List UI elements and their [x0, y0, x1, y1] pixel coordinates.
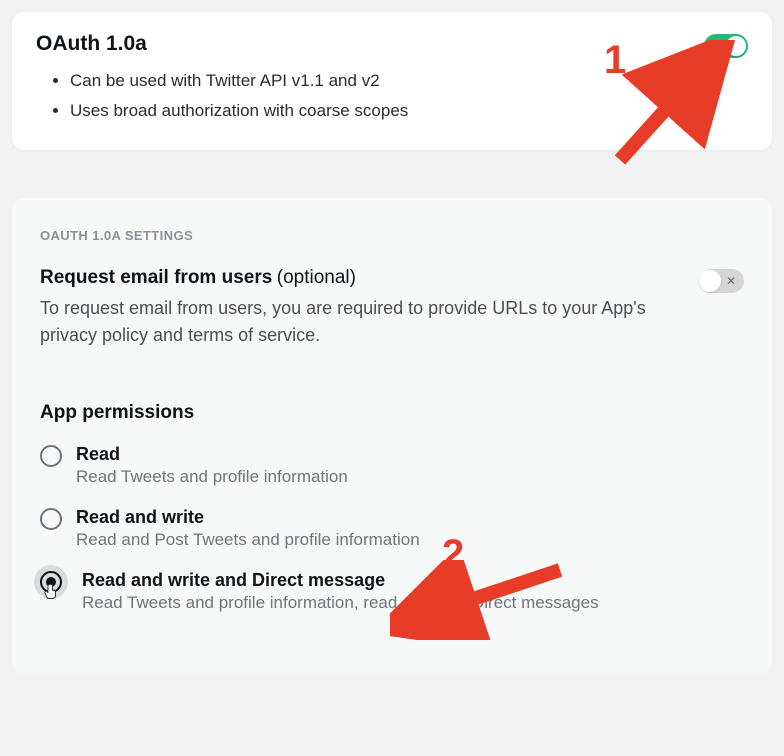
x-icon: ✕ [726, 275, 736, 287]
request-email-row: Request email from users (optional) To r… [40, 267, 744, 351]
request-email-title: Request email from users [40, 267, 272, 288]
request-email-toggle[interactable]: ✕ [700, 269, 744, 293]
permission-label: Read and write and Direct message [82, 570, 599, 591]
oauth-bullets: Can be used with Twitter API v1.1 and v2… [36, 66, 408, 126]
oauth-toggle[interactable] [704, 34, 748, 58]
oauth-settings-card: OAUTH 1.0A SETTINGS Request email from u… [12, 198, 772, 674]
radio-icon-selected [40, 571, 62, 593]
oauth-bullet: Uses broad authorization with coarse sco… [70, 96, 408, 126]
request-email-desc: To request email from users, you are req… [40, 295, 680, 351]
oauth-card: OAuth 1.0a Can be used with Twitter API … [12, 12, 772, 150]
permission-label: Read [76, 444, 348, 465]
toggle-knob [726, 36, 746, 56]
permission-desc: Read and Post Tweets and profile informa… [76, 530, 420, 550]
app-permissions-title: App permissions [40, 402, 744, 424]
permission-option-read[interactable]: Read Read Tweets and profile information [40, 444, 744, 487]
oauth-bullet: Can be used with Twitter API v1.1 and v2 [70, 66, 408, 96]
permission-desc: Read Tweets and profile information, rea… [82, 593, 599, 613]
radio-icon [40, 445, 62, 467]
permission-label: Read and write [76, 507, 420, 528]
toggle-knob [699, 270, 721, 292]
oauth-title: OAuth 1.0a [36, 32, 408, 56]
radio-highlight [34, 565, 68, 599]
request-email-optional: (optional) [277, 267, 356, 288]
check-icon [711, 39, 721, 57]
permission-desc: Read Tweets and profile information [76, 467, 348, 487]
permission-option-read-write[interactable]: Read and write Read and Post Tweets and … [40, 507, 744, 550]
settings-section-label: OAUTH 1.0A SETTINGS [40, 228, 744, 243]
permission-option-read-write-dm[interactable]: Read and write and Direct message Read T… [40, 570, 744, 613]
radio-icon [40, 508, 62, 530]
